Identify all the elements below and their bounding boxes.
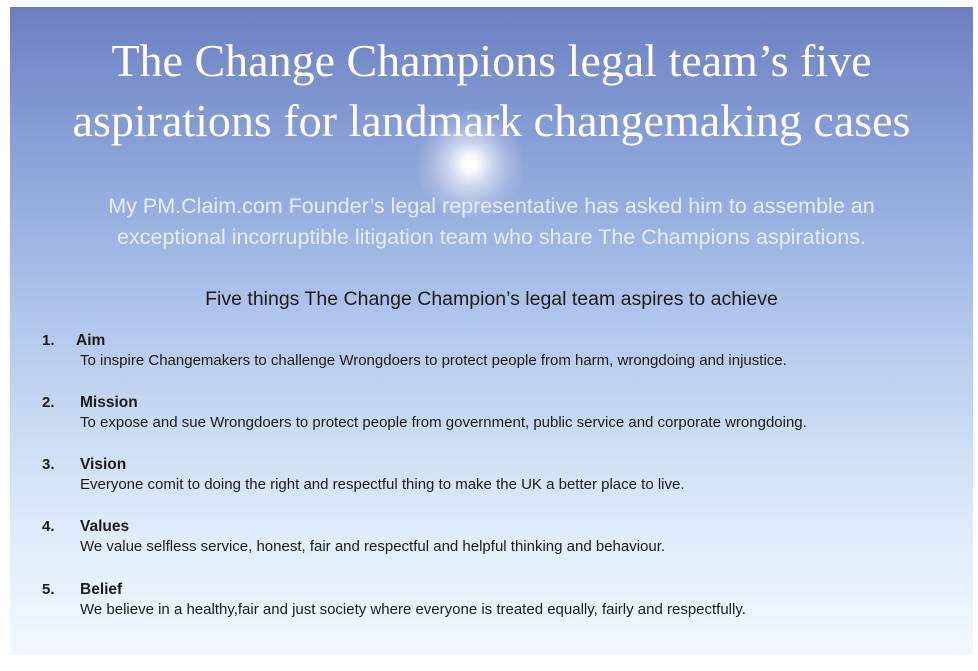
item-description: To inspire Changemakers to challenge Wro… [80, 352, 787, 369]
item-description: Everyone comit to doing the right and re… [80, 476, 685, 493]
item-heading: Mission [80, 394, 138, 411]
section-heading: Five things The Change Champion’s legal … [205, 288, 778, 310]
item-heading: Values [80, 518, 130, 535]
item-description: We value selfless service, honest, fair … [80, 538, 666, 555]
item-number: 1. [42, 332, 55, 349]
item-number: 2. [42, 394, 55, 411]
slide: The Change Champions legal team’s five a… [10, 7, 973, 655]
item-number: 3. [42, 456, 55, 473]
subtitle: My PM.Claim.com Founder’s legal represen… [40, 191, 943, 253]
item-number: 5. [42, 581, 55, 598]
item-heading: Aim [76, 332, 106, 349]
title-line-1: The Change Champions legal team’s five [111, 35, 872, 86]
item-heading: Belief [80, 581, 123, 598]
subtitle-line-1: My PM.Claim.com Founder’s legal represen… [108, 194, 875, 218]
item-description: We believe in a healthy,fair and just so… [80, 601, 746, 618]
item-heading: Vision [80, 456, 127, 473]
item-description: To expose and sue Wrongdoers to protect … [80, 414, 807, 431]
title-line-2: aspirations for landmark changemaking ca… [72, 95, 911, 146]
page-title: The Change Champions legal team’s five a… [10, 31, 973, 151]
item-number: 4. [42, 518, 55, 535]
subtitle-line-2: exceptional incorruptible litigation tea… [117, 225, 866, 249]
